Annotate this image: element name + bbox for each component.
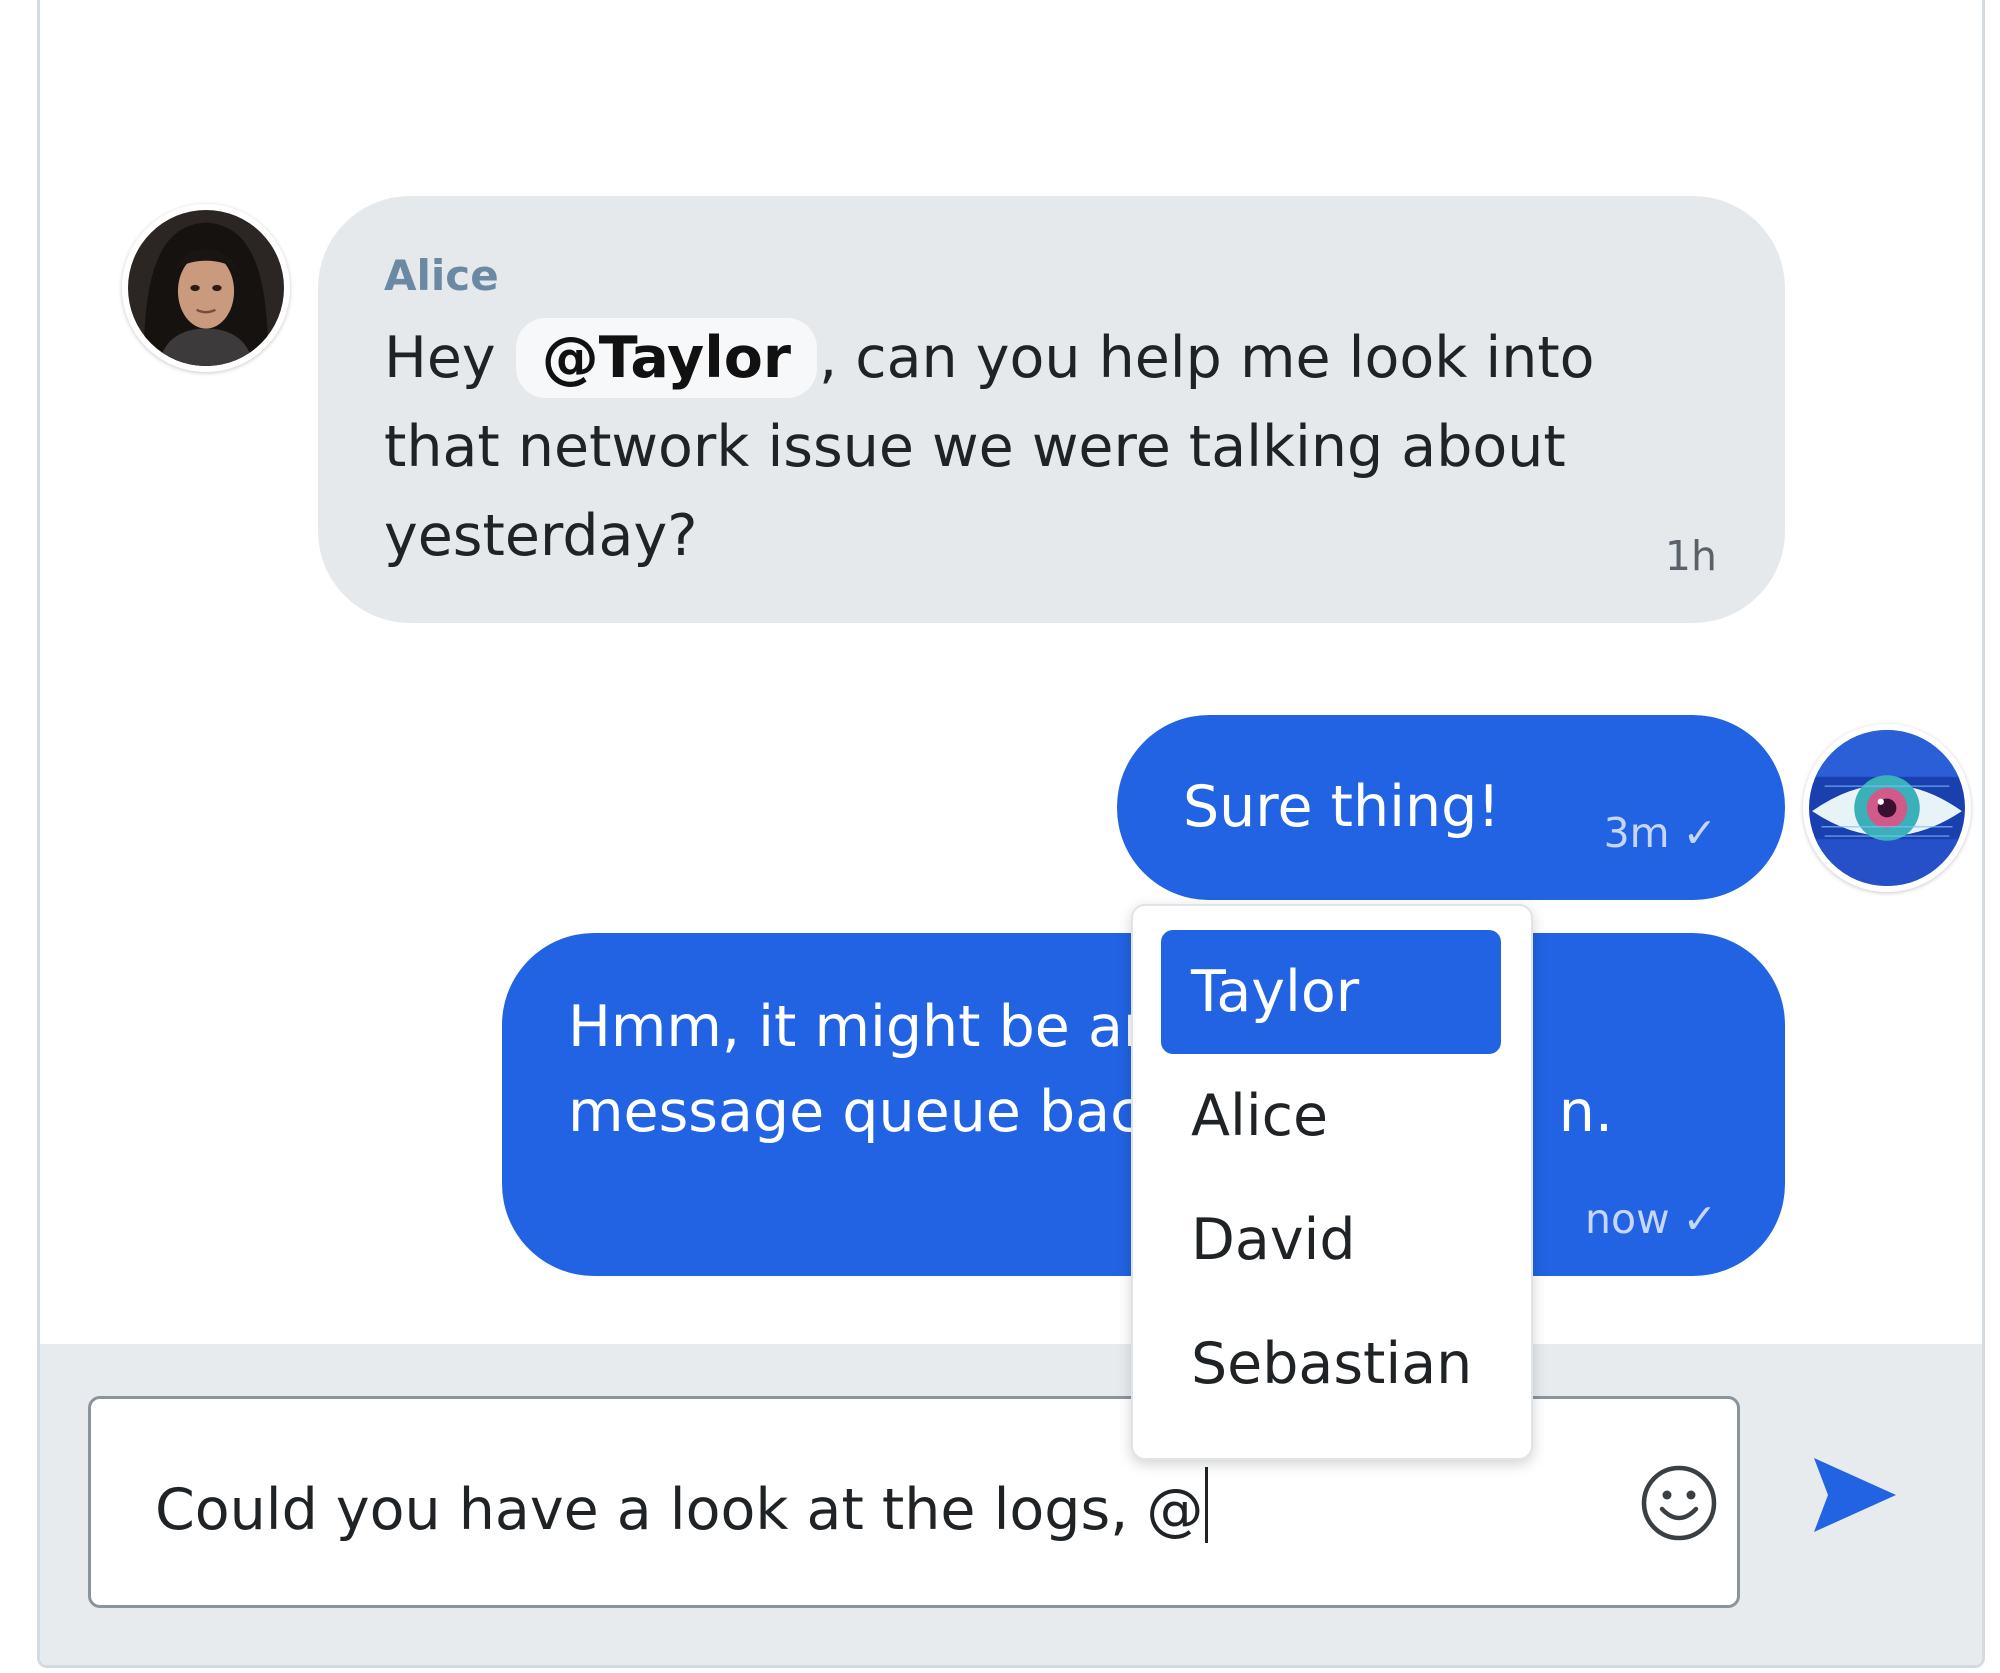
message-timestamp: 3m ✓ — [1603, 809, 1717, 857]
mention-dropdown: Taylor Alice David Sebastian — [1131, 904, 1533, 1460]
chat-panel: Alice Hey @Taylor, can you help me look … — [37, 0, 1985, 1668]
outgoing-message-text: Sure thing! — [1183, 774, 1501, 840]
message-composer: Could you have a look at the logs, @ — [40, 1344, 1982, 1665]
incoming-message-bubble: Alice Hey @Taylor, can you help me look … — [318, 196, 1785, 623]
mention-option-sebastian[interactable]: Sebastian — [1161, 1302, 1501, 1426]
incoming-message-text: Hey @Taylor, can you help me look into t… — [384, 314, 1684, 581]
message-line-tail: n. — [1558, 1079, 1613, 1145]
message-input-text[interactable]: Could you have a look at the logs, @ — [155, 1467, 1209, 1543]
message-line: message queue back — [568, 1079, 1175, 1145]
send-arrow-icon — [1814, 1458, 1896, 1532]
outgoing-message-bubble: Sure thing! 3m ✓ — [1117, 715, 1785, 900]
message-line: Hmm, it might be an — [568, 994, 1160, 1060]
alice-avatar-image — [128, 210, 284, 366]
alice-avatar[interactable] — [122, 204, 290, 372]
mention-option-taylor[interactable]: Taylor — [1161, 930, 1501, 1054]
mention-option-alice[interactable]: Alice — [1161, 1054, 1501, 1178]
mention-option-david[interactable]: David — [1161, 1178, 1501, 1302]
message-timestamp: 1h — [1664, 532, 1717, 580]
message-timestamp: now ✓ — [1585, 1195, 1717, 1243]
message-text-start: Hey — [384, 325, 496, 391]
outgoing-message-text: Hmm, it might be an message queue back — [568, 985, 1174, 1155]
mention-chip[interactable]: @Taylor — [515, 318, 818, 398]
send-button[interactable] — [1810, 1450, 1900, 1540]
sender-name: Alice — [384, 251, 499, 300]
message-input-value: Could you have a look at the logs, @ — [155, 1477, 1204, 1543]
eye-avatar-image — [1809, 730, 1965, 886]
text-caret — [1205, 1467, 1209, 1543]
my-avatar[interactable] — [1803, 724, 1971, 892]
smiley-icon[interactable] — [1639, 1463, 1719, 1543]
